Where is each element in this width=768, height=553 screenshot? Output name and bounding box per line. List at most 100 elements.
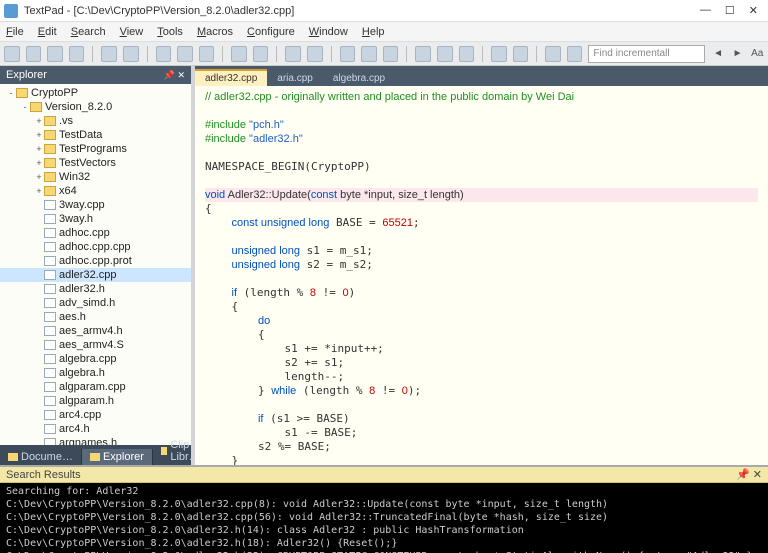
tree-twisty[interactable]: + bbox=[34, 158, 44, 168]
new-file-button[interactable] bbox=[4, 46, 20, 62]
folder-x64[interactable]: +x64 bbox=[0, 184, 191, 198]
file-aes_armv4.h[interactable]: aes_armv4.h bbox=[0, 324, 191, 338]
file-icon bbox=[44, 424, 56, 434]
outdent-button[interactable] bbox=[307, 46, 323, 62]
tree-twisty[interactable]: + bbox=[34, 172, 44, 182]
file-3way.h[interactable]: 3way.h bbox=[0, 212, 191, 226]
code-editor[interactable]: // adler32.cpp - originally written and … bbox=[195, 86, 768, 465]
tree-twisty[interactable]: + bbox=[34, 144, 44, 154]
print-button[interactable] bbox=[101, 46, 117, 62]
file-adler32.cpp[interactable]: adler32.cpp bbox=[0, 268, 191, 282]
toolbar: Find incrementall ◄ ► Aa bbox=[0, 42, 768, 66]
tab-icon bbox=[8, 453, 18, 461]
menu-tools[interactable]: Tools bbox=[157, 26, 183, 38]
file-icon bbox=[44, 298, 56, 308]
indent-button[interactable] bbox=[285, 46, 301, 62]
menu-macros[interactable]: Macros bbox=[197, 26, 233, 38]
play-macro-button[interactable] bbox=[513, 46, 529, 62]
folder-testprograms[interactable]: +TestPrograms bbox=[0, 142, 191, 156]
folder-cryptopp[interactable]: - CryptoPP bbox=[0, 86, 191, 100]
menu-window[interactable]: Window bbox=[309, 26, 348, 38]
save-all-button[interactable] bbox=[69, 46, 85, 62]
paste-button[interactable] bbox=[199, 46, 215, 62]
find-button[interactable] bbox=[340, 46, 356, 62]
tree-twisty[interactable]: - bbox=[6, 88, 16, 98]
explorer-panel: Explorer 📌 ✕ -CryptoPP-Version_8.2.0+.vs… bbox=[0, 66, 195, 465]
folder-win32[interactable]: +Win32 bbox=[0, 170, 191, 184]
explorer-header: Explorer 📌 ✕ bbox=[0, 66, 191, 84]
search-results-header: Search Results 📌 ✕ bbox=[0, 467, 768, 483]
file-adv_simd.h[interactable]: adv_simd.h bbox=[0, 296, 191, 310]
record-macro-button[interactable] bbox=[491, 46, 507, 62]
replace-button[interactable] bbox=[361, 46, 377, 62]
menu-view[interactable]: View bbox=[120, 26, 144, 38]
maximize-button[interactable]: ☐ bbox=[725, 4, 735, 17]
invisibles-button[interactable] bbox=[567, 46, 583, 62]
minimize-button[interactable]: — bbox=[700, 4, 711, 17]
file-algebra.h[interactable]: algebra.h bbox=[0, 366, 191, 380]
file-algebra.cpp[interactable]: algebra.cpp bbox=[0, 352, 191, 366]
menu-file[interactable]: File bbox=[6, 26, 24, 38]
compare-button[interactable] bbox=[415, 46, 431, 62]
tree-twisty[interactable]: + bbox=[34, 116, 44, 126]
file-arc4.h[interactable]: arc4.h bbox=[0, 422, 191, 436]
pin-icon[interactable]: 📌 ✕ bbox=[164, 70, 185, 81]
file-icon bbox=[44, 382, 56, 392]
tree-twisty[interactable]: + bbox=[34, 130, 44, 140]
wordwrap-button[interactable] bbox=[545, 46, 561, 62]
search-results-body[interactable]: Searching for: Adler32 C:\Dev\CryptoPP\V… bbox=[0, 483, 768, 553]
file-arc4.cpp[interactable]: arc4.cpp bbox=[0, 408, 191, 422]
file-icon bbox=[44, 312, 56, 322]
editor-tab-adler32-cpp[interactable]: adler32.cpp bbox=[195, 69, 267, 86]
file-adhoc.cpp.cpp[interactable]: adhoc.cpp.cpp bbox=[0, 240, 191, 254]
folder-icon bbox=[44, 144, 56, 154]
find-in-files-button[interactable] bbox=[383, 46, 399, 62]
sort-button[interactable] bbox=[459, 46, 475, 62]
folder-testdata[interactable]: +TestData bbox=[0, 128, 191, 142]
file-adhoc.cpp.prot[interactable]: adhoc.cpp.prot bbox=[0, 254, 191, 268]
close-button[interactable]: ✕ bbox=[749, 4, 758, 17]
menu-help[interactable]: Help bbox=[362, 26, 385, 38]
menu-configure[interactable]: Configure bbox=[247, 26, 295, 38]
folder-version_8.2.0[interactable]: - Version_8.2.0 bbox=[0, 100, 191, 114]
match-case-icon[interactable]: Aa bbox=[750, 47, 764, 61]
search-results-title: Search Results bbox=[6, 469, 81, 481]
file-3way.cpp[interactable]: 3way.cpp bbox=[0, 198, 191, 212]
menu-edit[interactable]: Edit bbox=[38, 26, 57, 38]
cut-button[interactable] bbox=[156, 46, 172, 62]
file-icon bbox=[44, 410, 56, 420]
tree-label: CryptoPP bbox=[31, 87, 78, 99]
tree-label: Version_8.2.0 bbox=[45, 101, 112, 113]
file-algparam.cpp[interactable]: algparam.cpp bbox=[0, 380, 191, 394]
undo-button[interactable] bbox=[231, 46, 247, 62]
incremental-search-input[interactable]: Find incrementall bbox=[588, 45, 705, 63]
file-adler32.h[interactable]: adler32.h bbox=[0, 282, 191, 296]
file-aes.h[interactable]: aes.h bbox=[0, 310, 191, 324]
preview-button[interactable] bbox=[123, 46, 139, 62]
file-tree[interactable]: -CryptoPP-Version_8.2.0+.vs+TestData+Tes… bbox=[0, 84, 191, 445]
redo-button[interactable] bbox=[253, 46, 269, 62]
sidebar-tab-1[interactable]: Explorer bbox=[82, 449, 153, 465]
spell-button[interactable] bbox=[437, 46, 453, 62]
tree-label: aes_armv4.S bbox=[59, 339, 124, 351]
search-next-icon[interactable]: ► bbox=[731, 47, 745, 61]
file-aes_armv4.s[interactable]: aes_armv4.S bbox=[0, 338, 191, 352]
file-algparam.h[interactable]: algparam.h bbox=[0, 394, 191, 408]
editor-tab-algebra-cpp[interactable]: algebra.cpp bbox=[323, 71, 395, 86]
open-button[interactable] bbox=[26, 46, 42, 62]
folder-.vs[interactable]: +.vs bbox=[0, 114, 191, 128]
sidebar-tab-0[interactable]: Docume… bbox=[0, 449, 82, 465]
search-prev-icon[interactable]: ◄ bbox=[711, 47, 725, 61]
file-adhoc.cpp[interactable]: adhoc.cpp bbox=[0, 226, 191, 240]
menu-search[interactable]: Search bbox=[71, 26, 106, 38]
save-button[interactable] bbox=[47, 46, 63, 62]
tab-icon bbox=[161, 447, 167, 455]
tree-label: TestVectors bbox=[59, 157, 116, 169]
results-pin-icon[interactable]: 📌 ✕ bbox=[736, 468, 762, 481]
tree-twisty[interactable]: + bbox=[34, 186, 44, 196]
editor-tab-aria-cpp[interactable]: aria.cpp bbox=[267, 71, 323, 86]
copy-button[interactable] bbox=[177, 46, 193, 62]
tree-label: arc4.h bbox=[59, 423, 90, 435]
folder-testvectors[interactable]: + TestVectors bbox=[0, 156, 191, 170]
tree-twisty[interactable]: - bbox=[20, 102, 30, 112]
